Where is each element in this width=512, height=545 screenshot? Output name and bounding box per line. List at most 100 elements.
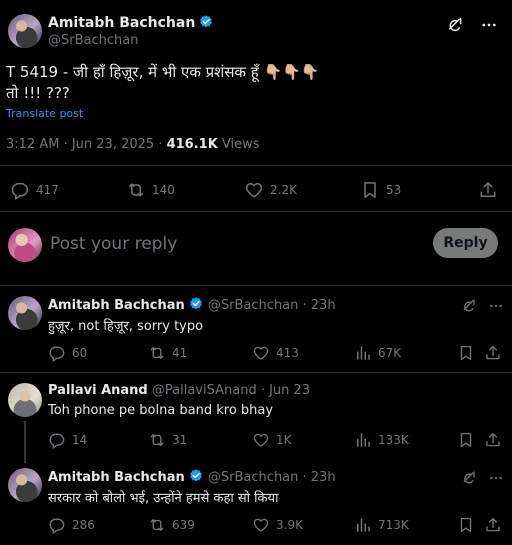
like-action[interactable]: 413 [252, 344, 299, 362]
verified-badge-icon [198, 14, 214, 30]
reply-item[interactable]: Amitabh Bachchan @SrBachchan · 23h सरकार… [0, 458, 512, 545]
views-count: 416.1K [166, 137, 218, 152]
post-author-avatar[interactable] [8, 14, 42, 48]
share-icon [478, 180, 498, 200]
reply-author-name[interactable]: Amitabh Bachchan [48, 470, 185, 485]
reply-count: 60 [72, 346, 88, 360]
bookmark-icon [457, 344, 475, 362]
repost-count: 140 [152, 183, 175, 197]
more-options-icon[interactable] [488, 470, 504, 486]
views-action[interactable]: 67K [354, 344, 401, 362]
reply-text: हुज़ूर, not हिज़ूर, sorry typo [48, 319, 204, 334]
repost-count: 639 [172, 518, 195, 532]
composer-avatar[interactable] [8, 228, 42, 262]
like-action[interactable]: 3.9K [252, 516, 303, 534]
reply-action[interactable]: 286 [48, 516, 95, 534]
reply-input[interactable]: Post your reply [50, 234, 177, 254]
views-icon [354, 431, 372, 449]
like-count: 2.2K [270, 183, 297, 197]
like-count: 413 [276, 346, 299, 360]
bookmark-count: 53 [386, 183, 402, 197]
reply-item[interactable]: Pallavi Anand @PallaviSAnand · Jun 23 To… [0, 373, 512, 463]
repost-icon [148, 344, 166, 362]
repost-icon [148, 431, 166, 449]
bookmark-icon [457, 431, 475, 449]
like-action[interactable]: 1K [252, 431, 292, 449]
divider [0, 211, 512, 212]
post-text-line2: तो !!! ??? [6, 84, 70, 102]
share-icon [484, 431, 502, 449]
bookmark-action[interactable] [457, 344, 475, 362]
views-label: Views [217, 137, 260, 152]
divider [0, 165, 512, 166]
reply-meta[interactable]: @PallaviSAnand · Jun 23 [152, 383, 310, 398]
repost-action[interactable]: 140 [126, 180, 175, 200]
reply-text: Toh phone pe bolna band kro bhay [48, 403, 274, 418]
like-icon [244, 180, 264, 200]
reply-meta[interactable]: @SrBachchan · 23h [208, 298, 336, 313]
bookmark-icon [360, 180, 380, 200]
post-author-name[interactable]: Amitabh Bachchan [48, 15, 195, 31]
like-icon [252, 516, 270, 534]
views-count: 713K [378, 518, 409, 532]
reply-count: 417 [36, 183, 59, 197]
reply-button[interactable]: Reply [433, 228, 498, 258]
translate-post-link[interactable]: Translate post [6, 107, 83, 120]
share-icon [484, 344, 502, 362]
repost-count: 31 [172, 433, 188, 447]
post-text-line1: T 5419 - जी हाँ हिज़ूर, में भी एक प्रशंस… [6, 63, 320, 81]
avatar[interactable] [8, 296, 42, 330]
share-icon [484, 516, 502, 534]
grok-icon[interactable] [446, 16, 464, 34]
reply-action[interactable]: 417 [10, 180, 59, 200]
grok-icon[interactable] [461, 298, 477, 314]
reply-author-name[interactable]: Amitabh Bachchan [48, 298, 185, 313]
reply-item[interactable]: Amitabh Bachchan @SrBachchan · 23h हुज़ू… [0, 286, 512, 372]
share-action[interactable] [484, 516, 502, 534]
avatar[interactable] [8, 468, 42, 502]
more-options-icon[interactable] [488, 298, 504, 314]
repost-icon [148, 516, 166, 534]
reply-text: सरकार को बोलो भई, उन्होंने हमसे कहा सो क… [48, 491, 279, 506]
post-text: T 5419 - जी हाँ हिज़ूर, में भी एक प्रशंस… [6, 62, 496, 104]
reply-action[interactable]: 60 [48, 344, 87, 362]
reply-icon [10, 180, 30, 200]
thread-line [24, 421, 26, 463]
verified-badge-icon [188, 296, 204, 312]
reply-icon [48, 431, 66, 449]
repost-icon [126, 180, 146, 200]
like-icon [252, 431, 270, 449]
more-options-icon[interactable] [480, 16, 498, 34]
views-icon [354, 344, 372, 362]
reply-meta[interactable]: @SrBachchan · 23h [208, 470, 336, 485]
repost-action[interactable]: 31 [148, 431, 187, 449]
share-action[interactable] [484, 344, 502, 362]
post-time[interactable]: 3:12 AM · Jun 23, 2025 · [6, 137, 167, 152]
post-author-handle[interactable]: @SrBachchan [48, 33, 214, 48]
bookmark-icon [457, 516, 475, 534]
post-timestamp: 3:12 AM · Jun 23, 2025 · 416.1K Views [6, 137, 260, 152]
share-action[interactable] [484, 431, 502, 449]
post-author-block: Amitabh Bachchan @SrBachchan [48, 14, 214, 48]
reply-icon [48, 516, 66, 534]
reply-author-name[interactable]: Pallavi Anand [48, 383, 148, 398]
share-action[interactable] [478, 180, 498, 200]
views-count: 67K [378, 346, 402, 360]
repost-count: 41 [172, 346, 188, 360]
like-count: 1K [276, 433, 292, 447]
repost-action[interactable]: 41 [148, 344, 187, 362]
bookmark-action[interactable] [457, 516, 475, 534]
bookmark-action[interactable]: 53 [360, 180, 401, 200]
reply-count: 286 [72, 518, 95, 532]
avatar[interactable] [8, 383, 42, 417]
reply-icon [48, 344, 66, 362]
grok-icon[interactable] [461, 470, 477, 486]
reply-count: 14 [72, 433, 88, 447]
reply-action[interactable]: 14 [48, 431, 87, 449]
views-action[interactable]: 133K [354, 431, 409, 449]
like-action[interactable]: 2.2K [244, 180, 297, 200]
views-action[interactable]: 713K [354, 516, 409, 534]
views-icon [354, 516, 372, 534]
bookmark-action[interactable] [457, 431, 475, 449]
repost-action[interactable]: 639 [148, 516, 195, 534]
